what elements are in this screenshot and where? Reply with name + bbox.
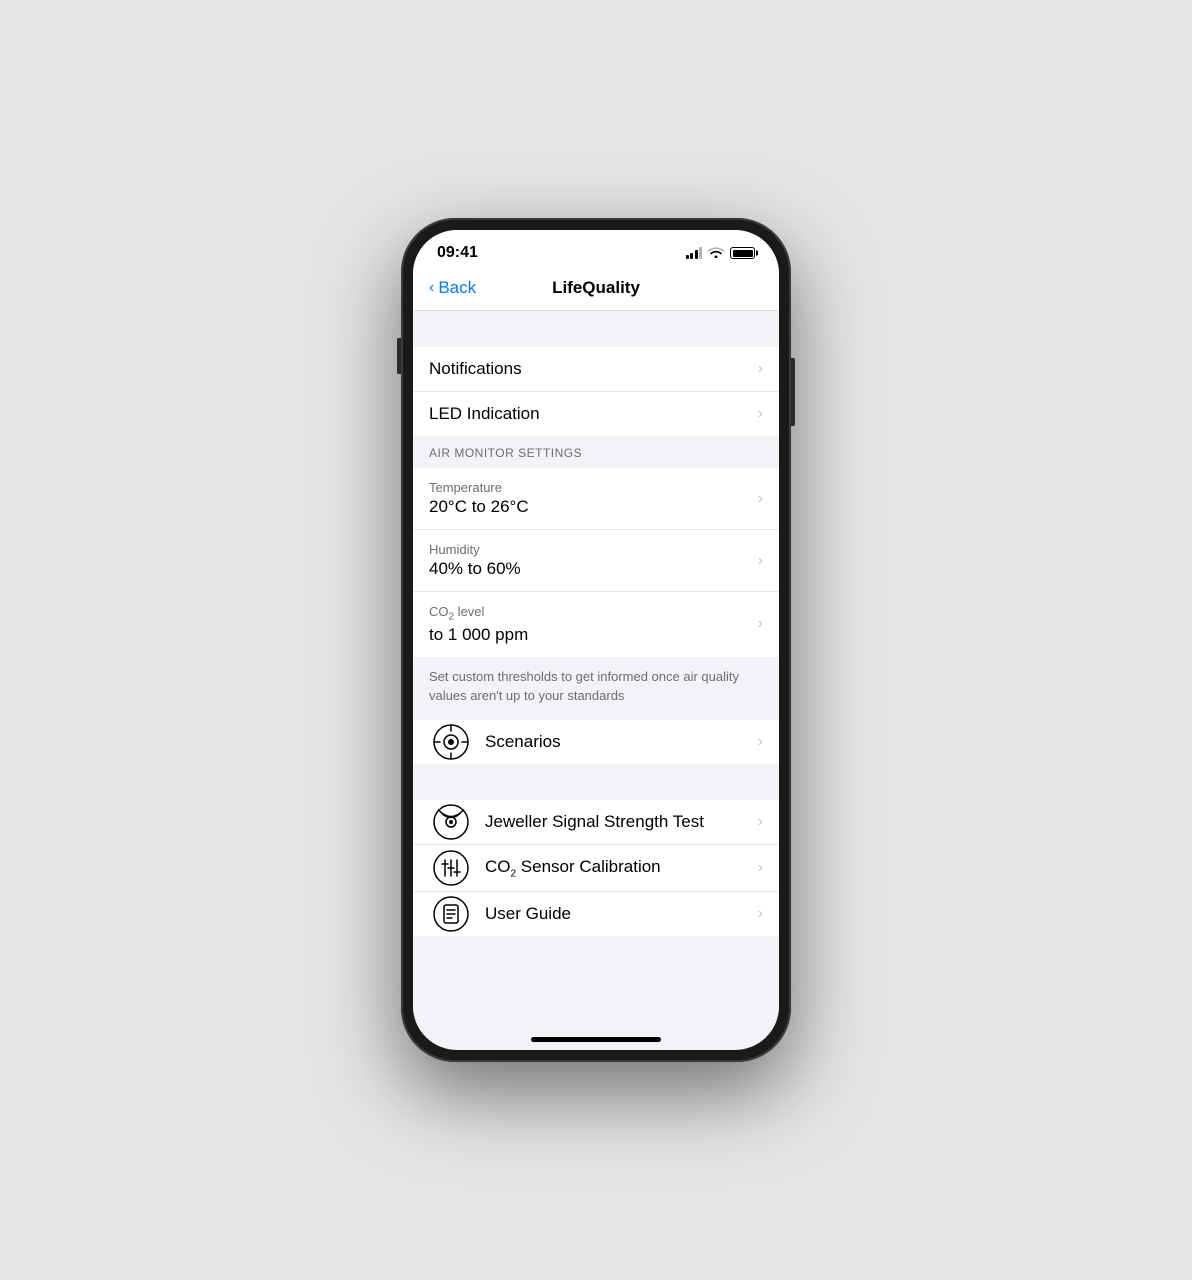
back-button[interactable]: ‹ Back [429,278,476,298]
user-guide-chevron-icon: › [758,905,763,923]
co2-subtitle: CO2 level [429,604,750,623]
battery-icon [730,247,755,259]
co2-value: to 1 000 ppm [429,625,750,645]
signal-icon [686,247,703,259]
led-indication-label: LED Indication [429,404,540,423]
wifi-icon [708,246,724,261]
status-bar: 09:41 [413,230,779,270]
status-time: 09:41 [437,244,478,262]
air-monitor-settings-group: Temperature 20°C to 26°C › Humidity 40% … [413,468,779,657]
user-guide-item[interactable]: User Guide › [413,892,779,936]
status-icons [686,246,756,261]
led-indication-item[interactable]: LED Indication › [413,392,779,436]
home-indicator [531,1037,661,1042]
content-area: Notifications › LED Indication › AIR MON… [413,311,779,1033]
led-chevron-icon: › [758,405,763,423]
scenarios-item[interactable]: Scenarios › [413,720,779,764]
co2-item[interactable]: CO2 level to 1 000 ppm › [413,592,779,657]
scenarios-label: Scenarios [485,732,561,751]
user-guide-icon [429,892,473,936]
jeweller-signal-icon [429,800,473,844]
back-label: Back [438,278,476,298]
phone-frame: 09:41 [401,218,791,1062]
phone-screen: 09:41 [413,230,779,1050]
temperature-subtitle: Temperature [429,480,750,495]
top-separator [413,311,779,347]
co2-calibration-chevron-icon: › [758,859,763,877]
co2-calibration-label: CO2 Sensor Calibration [485,857,661,876]
scenarios-group: Scenarios › [413,720,779,764]
humidity-value: 40% to 60% [429,559,750,579]
air-monitor-note: Set custom thresholds to get informed on… [413,657,779,720]
nav-bar: ‹ Back LifeQuality [413,270,779,311]
notifications-item[interactable]: Notifications › [413,347,779,392]
humidity-subtitle: Humidity [429,542,750,557]
temperature-item[interactable]: Temperature 20°C to 26°C › [413,468,779,530]
temperature-value: 20°C to 26°C [429,497,750,517]
air-monitor-header-label: AIR MONITOR SETTINGS [429,446,582,460]
air-monitor-note-text: Set custom thresholds to get informed on… [429,669,739,704]
jeweller-item[interactable]: Jeweller Signal Strength Test › [413,800,779,845]
jeweller-label: Jeweller Signal Strength Test [485,812,704,831]
user-guide-label: User Guide [485,904,571,923]
temperature-chevron-icon: › [758,490,763,508]
jeweller-chevron-icon: › [758,813,763,831]
co2-calibration-item[interactable]: CO2 Sensor Calibration › [413,845,779,892]
tools-group: Jeweller Signal Strength Test › [413,800,779,936]
bottom-padding [413,936,779,966]
page-title: LifeQuality [552,278,640,298]
back-chevron-icon: ‹ [429,279,434,297]
air-monitor-section-header: AIR MONITOR SETTINGS [413,436,779,468]
co2-calibration-icon [429,846,473,890]
humidity-item[interactable]: Humidity 40% to 60% › [413,530,779,592]
notifications-chevron-icon: › [758,360,763,378]
scenarios-icon [429,720,473,764]
mid-separator [413,764,779,800]
co2-chevron-icon: › [758,615,763,633]
notifications-label: Notifications [429,359,522,378]
scenarios-chevron-icon: › [758,733,763,751]
humidity-chevron-icon: › [758,552,763,570]
main-settings-group: Notifications › LED Indication › [413,347,779,436]
